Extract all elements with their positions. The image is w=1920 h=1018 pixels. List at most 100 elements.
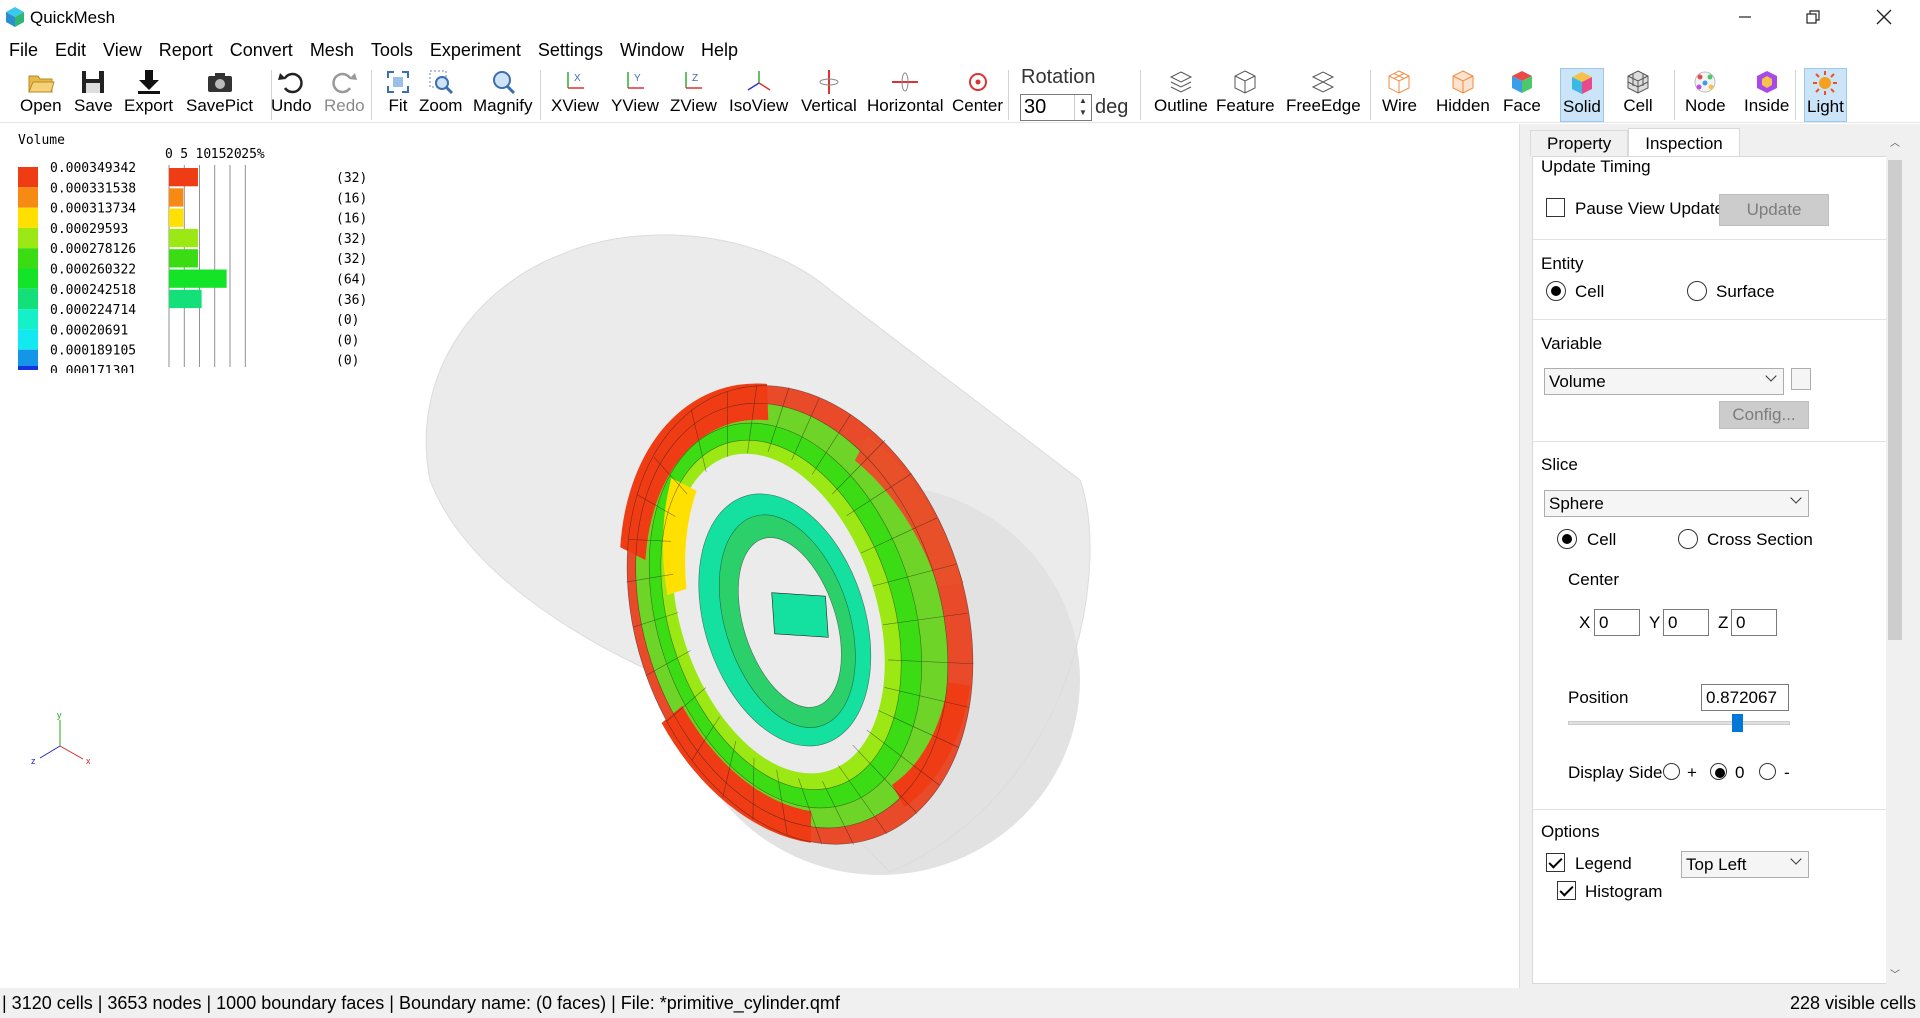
inside-button[interactable]: Inside bbox=[1742, 68, 1791, 122]
center-y-input[interactable]: 0 bbox=[1663, 609, 1709, 636]
savepict-button[interactable]: SavePict bbox=[184, 68, 255, 122]
update-timing-heading: Update Timing bbox=[1541, 157, 1651, 176]
axis-z-label: z bbox=[31, 756, 36, 766]
rotation-spinner[interactable]: ▲ ▼ bbox=[1074, 95, 1091, 120]
horizontal-rotate-icon bbox=[892, 72, 919, 92]
variable-select[interactable]: Volume bbox=[1544, 368, 1784, 395]
entity-surface-label: Surface bbox=[1716, 282, 1775, 301]
entity-surface-radio[interactable] bbox=[1687, 281, 1707, 301]
close-button[interactable] bbox=[1855, 0, 1913, 34]
minimize-button[interactable] bbox=[1716, 0, 1774, 34]
xview-button[interactable]: X XView bbox=[549, 68, 601, 122]
spin-down-icon[interactable]: ▼ bbox=[1075, 107, 1091, 119]
slice-type-select[interactable]: Sphere bbox=[1544, 490, 1809, 517]
legend-checkbox[interactable] bbox=[1546, 853, 1565, 872]
center-z-label: Z bbox=[1718, 613, 1729, 632]
hidden-button[interactable]: Hidden bbox=[1434, 68, 1492, 122]
divider bbox=[1533, 319, 1894, 320]
floppy-disk-icon bbox=[82, 71, 105, 93]
display-side-minus-radio[interactable] bbox=[1759, 763, 1776, 780]
zoom-icon bbox=[429, 70, 453, 95]
slice-cell-label: Cell bbox=[1587, 530, 1617, 549]
display-side-zero-radio[interactable] bbox=[1710, 763, 1727, 780]
spin-up-icon[interactable]: ▲ bbox=[1075, 95, 1091, 107]
vertical-button[interactable]: Vertical bbox=[799, 68, 859, 122]
histogram-checkbox[interactable] bbox=[1557, 881, 1576, 900]
toolbar-separator bbox=[1370, 70, 1371, 120]
divider bbox=[1533, 441, 1894, 442]
undo-button[interactable]: Undo bbox=[269, 68, 314, 122]
pause-view-update-checkbox[interactable] bbox=[1546, 198, 1565, 217]
menu-experiment[interactable]: Experiment bbox=[421, 38, 529, 64]
slice-cross-section-radio[interactable] bbox=[1678, 529, 1698, 549]
zoom-button[interactable]: Zoom bbox=[417, 68, 464, 122]
menu-tools[interactable]: Tools bbox=[362, 38, 421, 64]
update-button[interactable]: Update bbox=[1719, 194, 1829, 226]
axis-x-label: x bbox=[86, 756, 91, 766]
restore-button[interactable] bbox=[1784, 0, 1842, 34]
menu-edit[interactable]: Edit bbox=[46, 38, 94, 64]
legend-histogram: 0 5 10 15 20 25% 0.000349342 (32) 0.000331538 (16… bbox=[18, 147, 367, 373]
menu-window[interactable]: Window bbox=[611, 38, 692, 64]
center-x-input[interactable]: 0 bbox=[1594, 609, 1640, 636]
save-button[interactable]: Save bbox=[72, 68, 115, 122]
entity-cell-radio[interactable] bbox=[1546, 281, 1566, 301]
axis-triad: y x z bbox=[31, 710, 91, 766]
panel-scrollbar[interactable]: ︿ ﹀ bbox=[1886, 132, 1904, 984]
display-side-plus-radio[interactable] bbox=[1663, 763, 1680, 780]
feature-button[interactable]: Feature bbox=[1214, 68, 1277, 122]
variable-color-button[interactable] bbox=[1791, 368, 1811, 390]
legend-color-swatch bbox=[18, 309, 38, 330]
redo-button[interactable]: Redo bbox=[322, 68, 367, 122]
menu-help[interactable]: Help bbox=[692, 38, 746, 64]
menu-file[interactable]: File bbox=[0, 38, 46, 64]
zview-button[interactable]: Z ZView bbox=[668, 68, 719, 122]
center-button[interactable]: Center bbox=[950, 68, 1005, 122]
solid-button[interactable]: Solid bbox=[1560, 68, 1604, 122]
center-label: Center bbox=[1568, 570, 1620, 589]
position-slider-track[interactable] bbox=[1568, 721, 1790, 725]
cell-button[interactable]: Cell bbox=[1621, 68, 1655, 122]
slice-cell-radio[interactable] bbox=[1557, 529, 1577, 549]
fit-button[interactable]: Fit bbox=[381, 68, 415, 122]
export-button[interactable]: Export bbox=[122, 68, 175, 122]
legend-value-label: 0.000242518 bbox=[50, 283, 136, 298]
legend-position-select[interactable]: Top Left bbox=[1681, 851, 1809, 878]
node-button[interactable]: Node bbox=[1683, 68, 1728, 122]
outline-layers-icon bbox=[1169, 71, 1193, 93]
histogram-count-label: (32) bbox=[336, 252, 367, 267]
histogram-tick-label: 0 bbox=[165, 147, 173, 162]
center-z-input[interactable]: 0 bbox=[1731, 609, 1777, 636]
outline-button[interactable]: Outline bbox=[1152, 68, 1210, 122]
light-button[interactable]: Light bbox=[1804, 68, 1847, 122]
magnify-icon bbox=[492, 71, 515, 95]
menu-report[interactable]: Report bbox=[150, 38, 221, 64]
face-button[interactable]: Face bbox=[1501, 68, 1543, 122]
yview-button[interactable]: Y YView bbox=[609, 68, 661, 122]
legend-color-swatch bbox=[18, 329, 38, 350]
legend-value-label: 0.000349342 bbox=[50, 161, 136, 176]
scrollbar-thumb[interactable] bbox=[1888, 160, 1902, 640]
freeedge-button[interactable]: FreeEdge bbox=[1284, 68, 1363, 122]
scroll-down-icon[interactable]: ﹀ bbox=[1890, 966, 1900, 981]
position-slider-thumb[interactable] bbox=[1731, 714, 1743, 732]
histogram-bar bbox=[169, 269, 227, 288]
config-button[interactable]: Config... bbox=[1719, 401, 1809, 429]
menu-mesh[interactable]: Mesh bbox=[301, 38, 362, 64]
restore-icon bbox=[1806, 10, 1820, 24]
horizontal-button[interactable]: Horizontal bbox=[865, 68, 946, 122]
menu-view[interactable]: View bbox=[94, 38, 150, 64]
toolbar-separator bbox=[1795, 70, 1796, 120]
wire-button[interactable]: Wire bbox=[1380, 68, 1419, 122]
menu-settings[interactable]: Settings bbox=[529, 38, 611, 64]
open-button[interactable]: Open bbox=[18, 68, 64, 122]
isoview-button[interactable]: IsoView bbox=[727, 68, 790, 122]
options-heading: Options bbox=[1541, 822, 1600, 841]
menu-convert[interactable]: Convert bbox=[221, 38, 301, 64]
panel-tabs: Property Inspection bbox=[1530, 128, 1740, 156]
magnify-button[interactable]: Magnify bbox=[471, 68, 535, 122]
tab-property[interactable]: Property bbox=[1530, 130, 1629, 156]
position-input[interactable]: 0.872067 bbox=[1701, 684, 1789, 711]
tab-inspection[interactable]: Inspection bbox=[1628, 128, 1740, 156]
scroll-up-icon[interactable]: ︿ bbox=[1890, 134, 1900, 149]
